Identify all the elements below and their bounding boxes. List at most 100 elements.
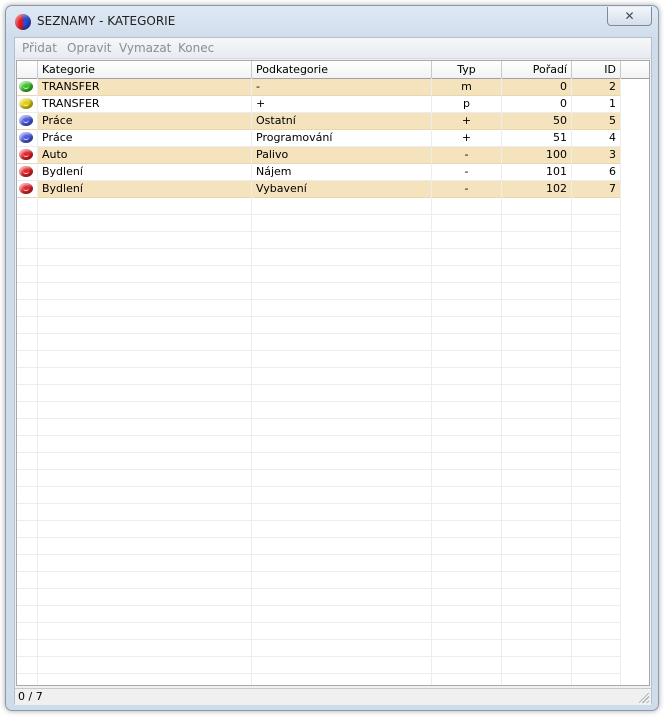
category-color-icon [19, 81, 33, 92]
category-color-icon [19, 98, 33, 109]
cell-id: 7 [572, 181, 621, 198]
table-row[interactable]: TRANSFER - m 0 2 [17, 79, 621, 96]
cell-typ: + [432, 130, 502, 147]
grid-row-line [17, 469, 621, 470]
cell-id: 6 [572, 164, 621, 181]
grid-row-line [17, 282, 621, 283]
row-status-cell [17, 96, 38, 113]
grid-row-line [17, 248, 621, 249]
table-row[interactable]: TRANSFER + p 0 1 [17, 96, 621, 113]
cell-kategorie: Bydlení [38, 181, 252, 198]
grid-row-line [17, 452, 621, 453]
cell-kategorie: Auto [38, 147, 252, 164]
grid-row-line [17, 503, 621, 504]
cell-poradi: 50 [502, 113, 572, 130]
header-icon-column[interactable] [17, 61, 38, 78]
grid-column-line [431, 78, 432, 685]
title-bar[interactable]: SEZNAMY - KATEGORIE ✕ [6, 6, 658, 36]
grid-row-line [17, 571, 621, 572]
grid-row-line [17, 435, 621, 436]
cell-poradi: 100 [502, 147, 572, 164]
cell-typ: m [432, 79, 502, 96]
category-color-icon [19, 149, 33, 160]
window-title: SEZNAMY - KATEGORIE [37, 14, 176, 28]
grid-row-line [17, 605, 621, 606]
header-poradi[interactable]: Pořadí [502, 61, 572, 78]
grid-row-line [17, 265, 621, 266]
grid-column-line [501, 78, 502, 685]
grid-row-line [17, 588, 621, 589]
category-color-icon [19, 132, 33, 143]
table-row[interactable]: Bydlení Nájem -101 6 [17, 164, 621, 181]
grid-column-line [620, 78, 621, 685]
cell-typ: - [432, 181, 502, 198]
cell-id: 3 [572, 147, 621, 164]
table-row[interactable]: Práce Ostatní +50 5 [17, 113, 621, 130]
category-color-icon [19, 115, 33, 126]
cell-podkategorie: Programování [252, 130, 432, 147]
cell-podkategorie: Palivo [252, 147, 432, 164]
cell-id: 4 [572, 130, 621, 147]
menu-item-pridat[interactable]: Přidat [22, 41, 57, 55]
grid-column-line [571, 78, 572, 685]
menu-item-opravit[interactable]: Opravit [67, 41, 112, 55]
grid-row-line [17, 520, 621, 521]
row-status-cell [17, 130, 38, 147]
cell-id: 1 [572, 96, 621, 113]
cell-poradi: 51 [502, 130, 572, 147]
category-color-icon [19, 183, 33, 194]
table-row[interactable]: Bydlení Vybavení -102 7 [17, 181, 621, 198]
category-grid[interactable]: Kategorie Podkategorie Typ Pořadí ID TRA… [16, 60, 650, 686]
app-icon [15, 14, 31, 30]
menu-item-konec[interactable]: Konec [178, 41, 214, 55]
grid-row-line [17, 214, 621, 215]
cell-kategorie: TRANSFER [38, 96, 252, 113]
cell-id: 2 [572, 79, 621, 96]
header-typ[interactable]: Typ [432, 61, 502, 78]
menu-item-vymazat[interactable]: Vymazat [119, 41, 171, 55]
grid-row-line [17, 622, 621, 623]
row-status-cell [17, 113, 38, 130]
cell-kategorie: TRANSFER [38, 79, 252, 96]
cell-podkategorie: Vybavení [252, 181, 432, 198]
row-status-cell [17, 79, 38, 96]
menu-bar: Přidat Opravit Vymazat Konec [15, 38, 651, 59]
row-status-cell [17, 181, 38, 198]
close-button[interactable]: ✕ [607, 7, 652, 26]
grid-header: Kategorie Podkategorie Typ Pořadí ID [17, 61, 649, 79]
header-podkategorie[interactable]: Podkategorie [252, 61, 432, 78]
grid-column-line [37, 78, 38, 685]
cell-typ: - [432, 164, 502, 181]
grid-column-line [251, 78, 252, 685]
cell-id: 5 [572, 113, 621, 130]
grid-row-line [17, 299, 621, 300]
row-status-cell [17, 147, 38, 164]
grid-row-line [17, 384, 621, 385]
cell-podkategorie: + [252, 96, 432, 113]
close-icon: ✕ [624, 9, 635, 23]
cell-poradi: 0 [502, 79, 572, 96]
cell-typ: + [432, 113, 502, 130]
table-row[interactable]: Práce Programování +51 4 [17, 130, 621, 147]
table-row[interactable]: Auto Palivo -100 3 [17, 147, 621, 164]
resize-grip-icon[interactable] [639, 693, 649, 703]
cell-poradi: 0 [502, 96, 572, 113]
grid-row-line [17, 656, 621, 657]
cell-podkategorie: Ostatní [252, 113, 432, 130]
cell-kategorie: Práce [38, 130, 252, 147]
cell-poradi: 101 [502, 164, 572, 181]
grid-row-line [17, 639, 621, 640]
cell-typ: p [432, 96, 502, 113]
cell-podkategorie: Nájem [252, 164, 432, 181]
app-window: SEZNAMY - KATEGORIE ✕ Přidat Opravit Vym… [5, 5, 659, 711]
cell-kategorie: Práce [38, 113, 252, 130]
category-color-icon [19, 166, 33, 177]
grid-row-line [17, 554, 621, 555]
header-id[interactable]: ID [572, 61, 621, 78]
grid-row-line [17, 401, 621, 402]
grid-row-line [17, 350, 621, 351]
grid-row-line [17, 231, 621, 232]
cell-podkategorie: - [252, 79, 432, 96]
header-kategorie[interactable]: Kategorie [38, 61, 252, 78]
grid-row-line [17, 673, 621, 674]
